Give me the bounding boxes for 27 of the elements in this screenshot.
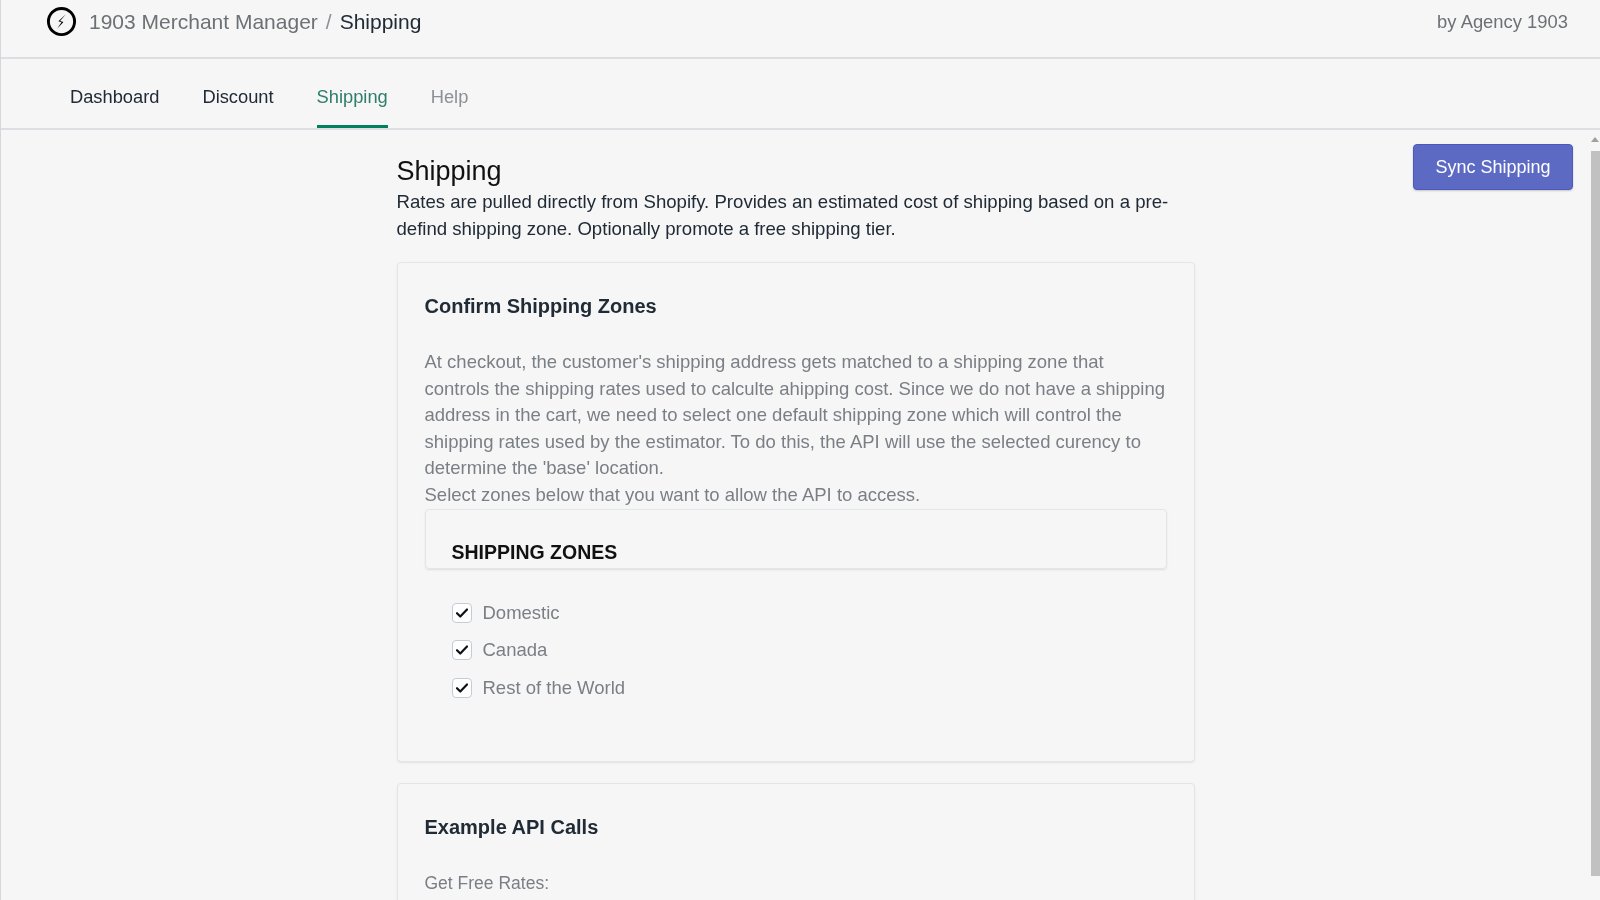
checkbox[interactable] bbox=[451, 640, 472, 661]
zone-label: Canada bbox=[482, 638, 548, 663]
scrollbar-thumb[interactable] bbox=[1590, 151, 1600, 876]
zone-label: Rest of the World bbox=[482, 675, 626, 700]
nav-tab[interactable]: Discount bbox=[202, 59, 274, 128]
sync-shipping-button[interactable]: Sync Shipping bbox=[1413, 144, 1573, 190]
nav-tab[interactable]: Shipping bbox=[316, 59, 388, 128]
card-text: Select zones below that you want to allow the API to access. bbox=[424, 482, 922, 507]
byline: by Agency 1903 bbox=[1437, 9, 1568, 34]
checkbox[interactable] bbox=[451, 602, 472, 623]
breadcrumb-current: Shipping bbox=[339, 8, 422, 35]
zone-label: Domestic bbox=[482, 600, 560, 625]
checkmark-icon bbox=[455, 682, 468, 693]
page-title: Shipping bbox=[396, 155, 503, 188]
card-text: At checkout, the customer's shipping address gets matched to a shipping zone that controls the shipping rates used to calculte ahipping cost. Since we do not have a shipping address in the cart, we need to select one default shipping zone which will control the shipping rates used by the estimator. To do this, the API will use the selected curency to determine the 'base' location. bbox=[424, 350, 1166, 480]
card-title: Confirm Shipping Zones bbox=[424, 294, 658, 319]
breadcrumb-separator: / bbox=[325, 8, 332, 35]
checkmark-icon bbox=[455, 645, 468, 656]
card-text: Get Free Rates: bbox=[424, 871, 550, 895]
checkbox[interactable] bbox=[451, 677, 472, 698]
logo-icon bbox=[46, 6, 77, 37]
nav-tab[interactable]: Dashboard bbox=[70, 59, 160, 128]
checkmark-icon bbox=[455, 607, 468, 618]
card-title: Example API Calls bbox=[424, 814, 600, 840]
app-name: 1903 Merchant Manager bbox=[89, 8, 318, 35]
zones-heading: SHIPPING ZONES bbox=[451, 540, 619, 564]
page-description: Rates are pulled directly from Shopify. Provides an estimated cost of shipping based on a pre-defind shipping zone. Optionally promote a free shipping tier. bbox=[396, 190, 1170, 241]
